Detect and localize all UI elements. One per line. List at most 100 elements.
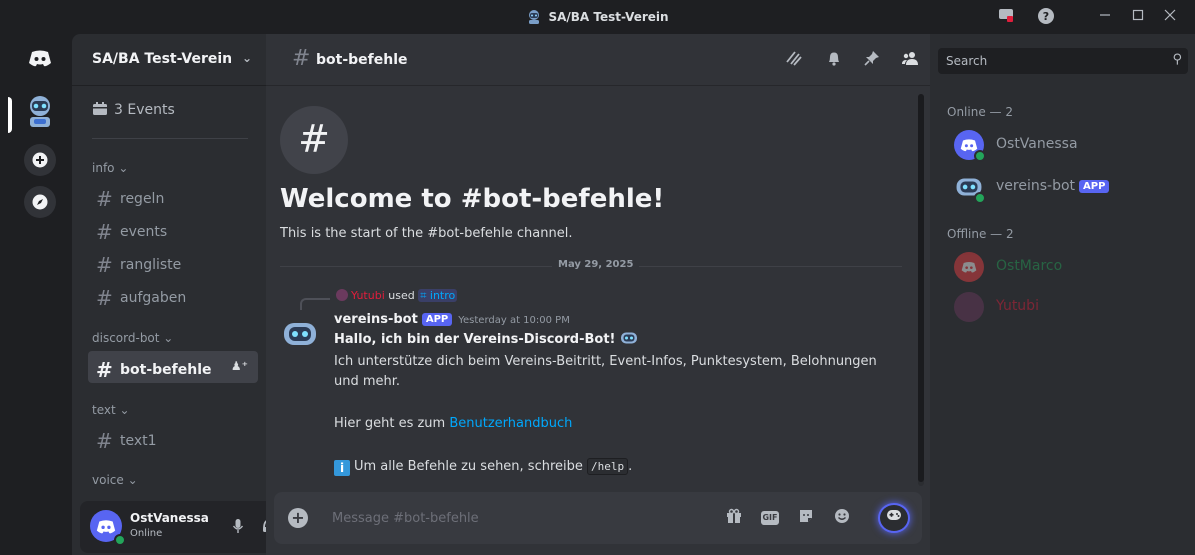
channel-label: events	[120, 224, 168, 240]
member-ostmarco[interactable]: OstMarco	[954, 252, 1184, 284]
search-icon: ⚲	[1172, 52, 1182, 67]
channel-events[interactable]: # events	[88, 213, 258, 245]
channel-text1[interactable]: # text1	[88, 422, 258, 454]
help-hint-end: .	[628, 459, 633, 474]
gift-icon[interactable]	[724, 508, 744, 528]
reply-user[interactable]: Yutubi	[351, 289, 385, 302]
message-avatar[interactable]	[280, 314, 320, 354]
channel-header: # bot-befehle	[266, 34, 930, 86]
hash-icon: #	[96, 187, 113, 211]
message-line-5: i Um alle Befehle zu sehen, schreibe /hel…	[334, 457, 904, 477]
inbox-icon[interactable]	[996, 7, 1016, 27]
member-list-icon[interactable]	[900, 50, 920, 70]
command-reply[interactable]: Yutubi used ⌗ intro	[336, 289, 458, 303]
title-bar: SA/BA Test-Verein ?	[0, 0, 1195, 34]
category-voice[interactable]: voice ⌄	[92, 473, 138, 487]
hash-icon: #	[96, 358, 113, 382]
svg-text:?: ?	[1043, 10, 1049, 23]
discord-logo-icon	[29, 50, 51, 67]
robot-emoji-icon	[621, 332, 637, 344]
member-name-line: vereins-bot APP	[996, 178, 1110, 194]
minimize-icon[interactable]	[1095, 7, 1115, 27]
message-author[interactable]: vereins-bot	[334, 312, 418, 327]
reply-connector	[300, 298, 330, 310]
plus-icon	[32, 152, 48, 168]
hash-icon: #	[96, 220, 113, 244]
events-label: 3 Events	[114, 102, 175, 118]
member-panel: ⚲ Online — 2 OstVanessa vereins-botAPP O…	[930, 34, 1195, 555]
status-indicator	[974, 150, 986, 162]
member-name: OstMarco	[996, 258, 1063, 274]
create-invite-icon[interactable]: ♟⁺	[231, 359, 248, 373]
threads-icon[interactable]	[784, 50, 804, 70]
reply-avatar	[336, 289, 348, 301]
category-info[interactable]: info ⌄	[92, 161, 128, 175]
channel-hash-badge: #	[280, 106, 348, 174]
server-test-verein[interactable]	[24, 96, 56, 128]
discord-logo-icon	[96, 519, 116, 533]
app-badge: APP	[421, 313, 453, 326]
direct-messages-button[interactable]	[24, 42, 56, 74]
member-name: Yutubi	[996, 298, 1039, 314]
search-box[interactable]: ⚲	[938, 48, 1188, 74]
category-text[interactable]: text ⌄	[92, 403, 130, 417]
microphone-icon[interactable]	[228, 518, 248, 538]
offline-group-header: Offline — 2	[947, 227, 1014, 241]
add-server-button[interactable]	[24, 144, 56, 176]
message-author-line: vereins-bot APP Yesterday at 10:00 PM	[334, 312, 570, 327]
server-rail	[0, 34, 72, 555]
user-name: OstVanessa	[130, 511, 209, 525]
pin-icon[interactable]	[862, 50, 882, 70]
member-ostvanessa[interactable]: OstVanessa	[954, 130, 1184, 162]
handbook-link[interactable]: Benutzerhandbuch	[449, 416, 572, 431]
window-title: SA/BA Test-Verein	[548, 10, 669, 24]
help-icon[interactable]: ?	[1036, 7, 1056, 27]
upload-plus-icon[interactable]: +	[288, 508, 308, 528]
notification-bell-icon[interactable]	[824, 50, 844, 70]
close-icon[interactable]	[1160, 7, 1180, 27]
status-indicator	[114, 534, 126, 546]
explore-servers-button[interactable]	[24, 186, 56, 218]
channel-label: rangliste	[120, 257, 182, 273]
discord-logo-icon	[960, 139, 978, 152]
emoji-icon[interactable]	[832, 508, 852, 528]
message-line-3: und mehr.	[334, 374, 401, 389]
active-server-indicator	[8, 97, 12, 133]
channel-regeln[interactable]: # regeln	[88, 180, 258, 212]
message-composer: + GIF	[274, 492, 922, 544]
bot-avatar-icon	[30, 96, 50, 127]
maximize-icon[interactable]	[1128, 7, 1148, 27]
search-input[interactable]	[946, 51, 1156, 71]
user-status: Online	[130, 528, 163, 539]
channel-rangliste[interactable]: # rangliste	[88, 246, 258, 278]
server-header[interactable]: SA/BA Test-Verein ⌄	[72, 34, 266, 86]
message-input[interactable]	[332, 504, 712, 532]
handbook-prefix: Hier geht es zum	[334, 416, 450, 431]
message-timestamp: Yesterday at 10:00 PM	[458, 315, 570, 326]
channel-aufgaben[interactable]: # aufgaben	[88, 279, 258, 311]
reply-command[interactable]: ⌗ intro	[418, 289, 458, 302]
calendar-icon	[93, 102, 107, 115]
chat-scrollbar[interactable]	[918, 94, 924, 486]
help-hint: Um alle Befehle zu sehen, schreibe	[354, 459, 588, 474]
hash-icon: #	[96, 429, 113, 453]
server-name: SA/BA Test-Verein	[92, 51, 233, 67]
category-discord-bot[interactable]: discord-bot ⌄	[92, 331, 173, 345]
channel-label: aufgaben	[120, 290, 187, 306]
message-greeting: Hallo, ich bin der Vereins-Discord-Bot!	[334, 332, 620, 347]
hash-icon: #	[96, 253, 113, 277]
channel-label: text1	[120, 433, 157, 449]
message-line-2: Ich unterstütze dich beim Vereins-Beitri…	[334, 354, 877, 369]
gamepad-icon	[887, 510, 901, 520]
discord-logo-icon	[961, 262, 977, 273]
activities-gamepad-button[interactable]	[878, 503, 910, 533]
scrollbar-thumb[interactable]	[918, 94, 924, 482]
sticker-icon[interactable]	[796, 508, 816, 528]
member-yutubi[interactable]: Yutubi	[954, 292, 1184, 324]
member-vereins-bot[interactable]: vereins-bot APP	[954, 172, 1184, 204]
events-link[interactable]: 3 Events	[92, 102, 175, 118]
channel-bot-befehle[interactable]: # bot-befehle ♟⁺	[88, 351, 258, 383]
status-indicator	[974, 192, 986, 204]
member-name: vereins-bot	[996, 178, 1076, 194]
gif-icon[interactable]: GIF	[761, 511, 779, 525]
